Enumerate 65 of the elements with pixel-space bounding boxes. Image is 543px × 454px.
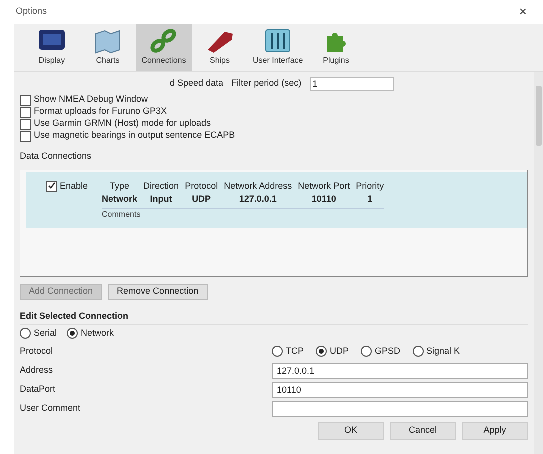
option-label: Show NMEA Debug Window	[34, 93, 148, 106]
scrollbar[interactable]	[534, 72, 543, 454]
field-label: Protocol	[20, 344, 54, 358]
source-label: Serial	[34, 326, 58, 340]
checkbox[interactable]	[20, 106, 31, 118]
speed-filter-label: d Speed data	[170, 77, 224, 90]
filter-period-label: Filter period (sec)	[232, 77, 302, 90]
column-heading: Network Address	[224, 180, 292, 192]
input-field[interactable]: 10110	[272, 382, 528, 398]
radio-button[interactable]	[361, 346, 372, 357]
radio-button[interactable]	[412, 346, 424, 357]
field-label: User Comment	[20, 402, 82, 415]
checkbox[interactable]	[20, 130, 31, 142]
input-field[interactable]	[272, 400, 528, 416]
toolbar-tab[interactable]: Ships	[192, 24, 248, 71]
protocol-label: GPSD	[375, 344, 401, 358]
dialog-button[interactable]: OK	[318, 422, 384, 440]
checkbox[interactable]	[20, 118, 31, 130]
column-value: UDP	[192, 193, 212, 206]
option-label: Use Garmin GRMN (Host) mode for uploads	[34, 117, 212, 130]
source-label: Network	[81, 326, 114, 340]
connection-row[interactable]: Enable Type Network Direction Input Protocol UDP Network Address 127.0.0.1 Network Port 10110 Priority 1 Comments	[26, 172, 527, 228]
close-button[interactable]: ×	[519, 2, 527, 22]
column-heading: Priority	[356, 180, 384, 193]
filter-period-field[interactable]: 1	[310, 77, 394, 91]
radio-button[interactable]	[20, 328, 31, 339]
toolbar-tab[interactable]: Display	[24, 24, 80, 71]
connection-button[interactable]: Remove Connection	[108, 284, 208, 300]
toolbar-tab[interactable]: User Interface	[248, 24, 308, 71]
radio-button[interactable]	[272, 346, 283, 357]
charts-icon	[93, 28, 123, 54]
column-value: 10110	[312, 193, 336, 206]
field-label: Address	[20, 364, 54, 377]
protocol-label: UDP	[330, 344, 350, 358]
column-value: Input	[150, 193, 172, 206]
sliders-icon	[263, 28, 294, 54]
section-title: Edit Selected Connection	[20, 310, 129, 322]
toolbar-tab[interactable]: Charts	[80, 24, 136, 71]
column-value: Network	[102, 193, 138, 206]
checkbox[interactable]	[20, 94, 31, 106]
comments-label: Comments	[102, 208, 142, 220]
radio-button[interactable]	[316, 346, 327, 357]
field-label: DataPort	[20, 382, 57, 396]
check-icon	[48, 182, 56, 190]
section-title: Data Connections	[20, 150, 92, 163]
input-field[interactable]: 127.0.0.1	[272, 362, 528, 378]
enable-label: Enable	[60, 180, 88, 192]
window-title: Options	[16, 5, 48, 18]
chain-icon	[149, 28, 179, 54]
column-value: 127.0.0.1	[239, 193, 277, 206]
column-heading: Protocol	[185, 180, 218, 192]
dialog-button[interactable]: Apply	[462, 422, 528, 440]
option-label: Format uploads for Furuno GP3X	[34, 105, 168, 118]
checkbox[interactable]	[46, 180, 57, 192]
protocol-label: Signal K	[426, 344, 460, 358]
toolbar-tab[interactable]: Plugins	[308, 24, 364, 71]
toolbar-tab[interactable]: Connections	[136, 24, 192, 71]
protocol-label: TCP	[286, 344, 304, 358]
dialog-button[interactable]: Cancel	[390, 422, 456, 440]
column-heading: Type	[110, 180, 130, 193]
option-label: Use magnetic bearings in output sentence ECAPB	[34, 129, 236, 142]
column-heading: Network Port	[298, 180, 350, 192]
column-value: 1	[368, 193, 373, 206]
column-heading: Direction	[144, 180, 180, 192]
radio-button[interactable]	[67, 328, 78, 339]
